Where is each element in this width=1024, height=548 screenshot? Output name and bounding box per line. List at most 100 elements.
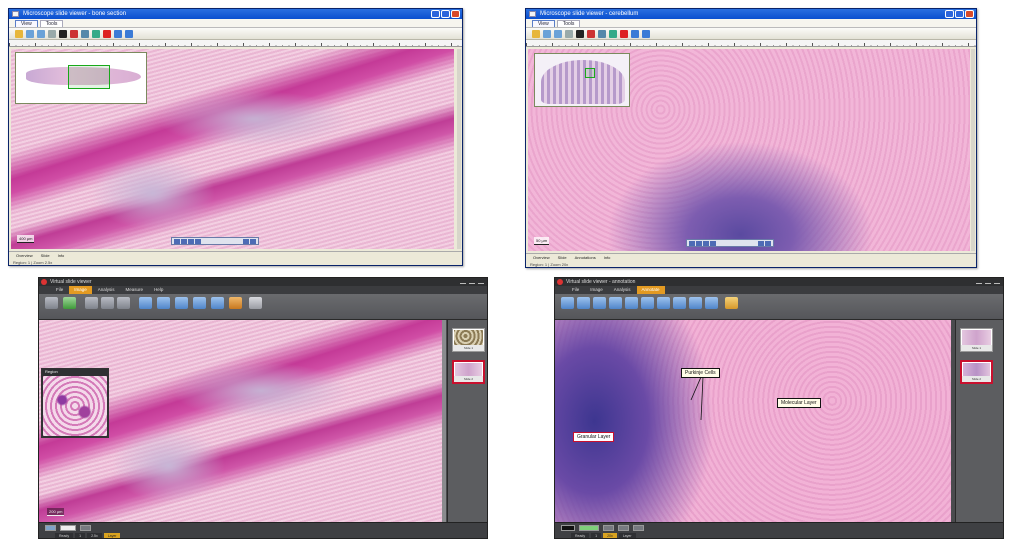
menu-analysis[interactable]: Analysis <box>93 286 120 294</box>
fit-button[interactable] <box>80 525 91 531</box>
tab-view[interactable]: View <box>532 20 555 27</box>
slide-thumbnail[interactable]: Slide 1 <box>452 328 485 352</box>
nav-next-icon[interactable] <box>710 240 716 246</box>
slide-view[interactable]: 400 µm <box>11 49 454 249</box>
help-icon[interactable] <box>114 29 122 38</box>
pointer-icon[interactable] <box>45 297 58 309</box>
copy-icon[interactable] <box>85 297 98 309</box>
status-tab-slide[interactable]: Slide <box>38 252 53 259</box>
nav-first-icon[interactable] <box>689 240 695 246</box>
paste-icon[interactable] <box>101 297 114 309</box>
title-bar[interactable]: Microscope slide viewer - cerebellum <box>526 9 976 19</box>
arrow-tool-icon[interactable] <box>561 297 574 309</box>
status-tab-annotations[interactable]: Annotations <box>572 254 599 261</box>
zoom-field[interactable] <box>60 525 76 531</box>
camera-icon[interactable] <box>576 29 584 38</box>
nav-first-icon[interactable] <box>174 238 180 244</box>
delete-icon[interactable] <box>620 29 628 38</box>
maximize-button[interactable] <box>469 279 475 284</box>
status-tab-slide[interactable]: Slide <box>555 254 570 261</box>
inset-region-window[interactable]: Region <box>41 368 109 438</box>
overview-thumbnail[interactable] <box>534 53 630 107</box>
camera-icon[interactable] <box>59 29 67 38</box>
freehand-tool-icon[interactable] <box>641 297 654 309</box>
info-icon[interactable] <box>125 29 133 38</box>
align-left-button[interactable] <box>603 525 614 531</box>
angle-tool-icon[interactable] <box>673 297 686 309</box>
slide-thumbnail[interactable]: Slide 1 <box>960 328 993 352</box>
nav-fit-icon[interactable] <box>250 238 256 244</box>
pan-icon[interactable] <box>48 29 56 38</box>
close-button[interactable] <box>451 10 460 18</box>
slide-view[interactable]: Purkinje Cells Molecular Layer Granular … <box>555 320 951 522</box>
close-button[interactable] <box>478 279 484 284</box>
polygon-tool-icon[interactable] <box>625 297 638 309</box>
text-tool-icon[interactable] <box>657 297 670 309</box>
slide-view[interactable]: Region 200 µm <box>39 320 443 522</box>
title-bar[interactable]: Virtual slide viewer <box>39 278 487 286</box>
measure-tool-icon[interactable] <box>705 297 718 309</box>
minimize-button[interactable] <box>945 10 954 18</box>
color-swatch[interactable] <box>561 525 575 531</box>
count-tool-icon[interactable] <box>689 297 702 309</box>
vertical-scrollbar[interactable] <box>971 49 975 251</box>
zoom-in-icon[interactable] <box>26 29 34 38</box>
menu-help[interactable]: Help <box>149 286 168 294</box>
nav-next-icon[interactable] <box>195 238 201 244</box>
color-icon[interactable] <box>175 297 188 309</box>
status-tab-info[interactable]: Info <box>601 254 614 261</box>
status-tab-overview[interactable]: Overview <box>13 252 36 259</box>
nav-play-icon[interactable] <box>188 238 194 244</box>
home-icon[interactable] <box>45 525 56 531</box>
minimize-button[interactable] <box>431 10 440 18</box>
contrast-icon[interactable] <box>211 297 224 309</box>
info-icon[interactable] <box>642 29 650 38</box>
menu-image[interactable]: Image <box>69 286 92 294</box>
title-bar[interactable]: Microscope slide viewer - bone section <box>9 9 462 19</box>
rectangle-tool-icon[interactable] <box>593 297 606 309</box>
open-icon[interactable] <box>15 29 23 38</box>
status-tab-info[interactable]: Info <box>55 252 68 259</box>
maximize-button[interactable] <box>985 279 991 284</box>
status-tab-overview[interactable]: Overview <box>530 254 553 261</box>
menu-measure[interactable]: Measure <box>121 286 149 294</box>
menu-image[interactable]: Image <box>585 286 608 294</box>
ellipse-tool-icon[interactable] <box>609 297 622 309</box>
filter-icon[interactable] <box>157 297 170 309</box>
record-icon[interactable] <box>70 29 78 38</box>
adjust-icon[interactable] <box>139 297 152 309</box>
maximize-button[interactable] <box>955 10 964 18</box>
document-icon[interactable] <box>117 297 130 309</box>
line-width-field[interactable] <box>579 525 599 531</box>
zoom-out-icon[interactable] <box>37 29 45 38</box>
settings-icon[interactable] <box>249 297 262 309</box>
tab-tools[interactable]: Tools <box>39 20 64 27</box>
line-tool-icon[interactable] <box>577 297 590 309</box>
zoom-out-icon[interactable] <box>554 29 562 38</box>
grid-icon[interactable] <box>598 29 606 38</box>
grid-icon[interactable] <box>81 29 89 38</box>
zoom-in-icon[interactable] <box>543 29 551 38</box>
refresh-icon[interactable] <box>63 297 76 309</box>
overview-thumbnail[interactable] <box>15 52 147 104</box>
menu-file[interactable]: File <box>51 286 68 294</box>
save-icon[interactable] <box>92 29 100 38</box>
close-button[interactable] <box>965 10 974 18</box>
menu-analysis[interactable]: Analysis <box>609 286 636 294</box>
nav-zoom-icon[interactable] <box>243 238 249 244</box>
minimize-button[interactable] <box>460 279 466 284</box>
delete-icon[interactable] <box>103 29 111 38</box>
slide-view[interactable]: 50 µm <box>528 49 970 251</box>
slide-thumbnail-selected[interactable]: Slide 2 <box>452 360 485 384</box>
nav-prev-icon[interactable] <box>181 238 187 244</box>
slide-thumbnail-selected[interactable]: Slide 2 <box>960 360 993 384</box>
vertical-scrollbar[interactable] <box>457 49 461 249</box>
align-right-button[interactable] <box>633 525 644 531</box>
menu-annotate[interactable]: Annotate <box>636 286 665 294</box>
open-icon[interactable] <box>532 29 540 38</box>
nav-play-icon[interactable] <box>703 240 709 246</box>
menu-file[interactable]: File <box>567 286 584 294</box>
nav-fit-icon[interactable] <box>765 240 771 246</box>
align-center-button[interactable] <box>618 525 629 531</box>
pencil-icon[interactable] <box>725 297 738 309</box>
